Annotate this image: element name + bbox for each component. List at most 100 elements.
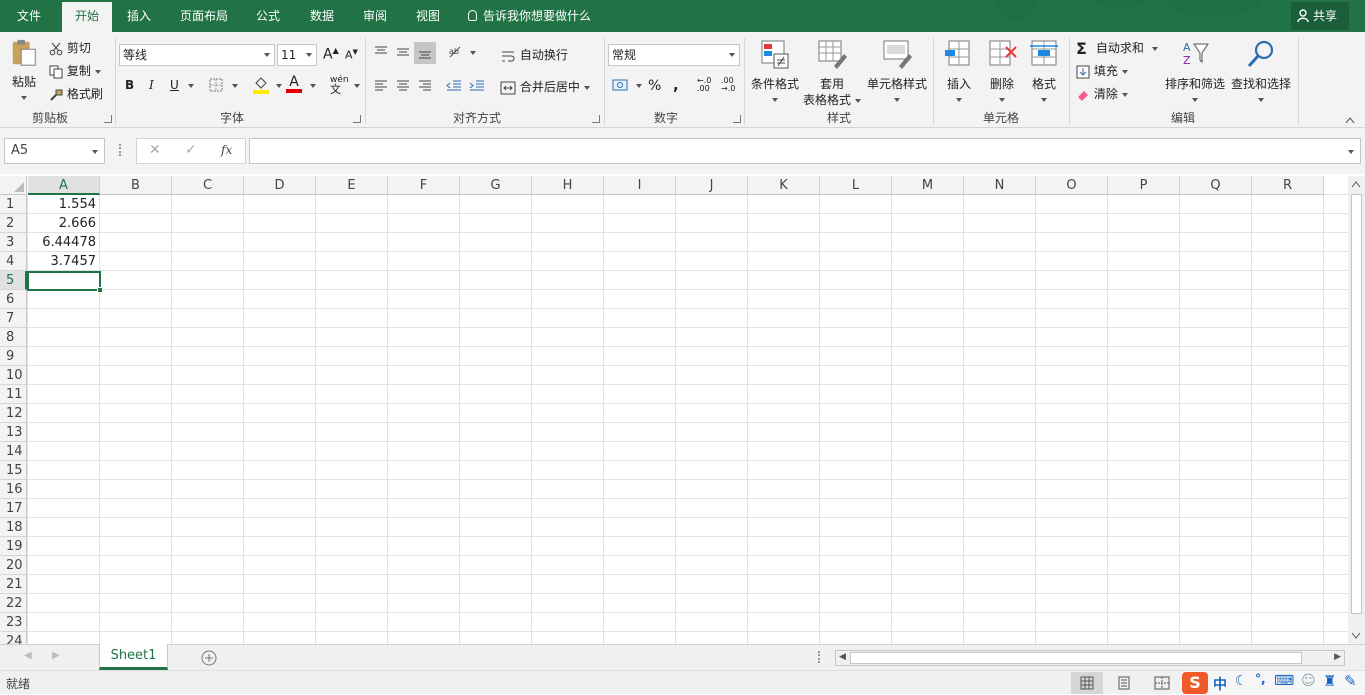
dialog-launcher-icon[interactable]	[592, 115, 600, 123]
align-bottom-button[interactable]	[414, 42, 436, 64]
tab-data[interactable]: 数据	[297, 0, 347, 32]
page-layout-view-icon[interactable]	[1117, 676, 1131, 690]
accounting-format-icon[interactable]	[612, 77, 630, 93]
moon-icon[interactable]: ☾	[1235, 673, 1248, 689]
column-header-r[interactable]: R	[1252, 176, 1324, 195]
tab-formulas[interactable]: 公式	[244, 0, 292, 32]
bold-button[interactable]: B	[125, 78, 134, 92]
row-header-24[interactable]: 24	[0, 632, 27, 644]
tab-view[interactable]: 视图	[403, 0, 453, 32]
grow-font-button[interactable]: A▲	[323, 46, 339, 63]
row-header-4[interactable]: 4	[0, 252, 27, 271]
number-format-select[interactable]: 常规	[608, 44, 740, 66]
chevron-down-icon[interactable]	[232, 84, 238, 88]
sogou-logo-icon[interactable]: S	[1182, 672, 1208, 694]
cell-a4[interactable]: 3.7457	[28, 252, 99, 271]
column-header-h[interactable]: H	[532, 176, 604, 195]
column-header-m[interactable]: M	[892, 176, 964, 195]
enter-icon[interactable]: ✓	[185, 142, 197, 158]
phonetic-button[interactable]: wén 文	[330, 76, 349, 96]
next-sheet-icon[interactable]: ▶	[52, 650, 60, 661]
column-header-g[interactable]: G	[460, 176, 532, 195]
horizontal-scroll-thumb[interactable]	[850, 652, 1302, 664]
row-header-3[interactable]: 3	[0, 233, 27, 252]
chevron-down-icon[interactable]	[310, 84, 316, 88]
align-left-icon[interactable]	[373, 79, 389, 93]
chevron-down-icon[interactable]	[188, 84, 194, 88]
paste-button[interactable]: 粘贴	[6, 38, 42, 100]
insert-function-button[interactable]: fx	[221, 143, 232, 157]
ime-toolbar[interactable]: S 中 ☾ °, ⌨ ☺ ♜ ✎	[1180, 671, 1365, 695]
chevron-down-icon[interactable]	[470, 51, 476, 55]
column-header-e[interactable]: E	[316, 176, 388, 195]
tell-me-search[interactable]: 告诉我你想要做什么	[468, 0, 591, 32]
keyboard-icon[interactable]: ⌨	[1274, 673, 1294, 689]
name-box[interactable]: A5	[4, 138, 105, 164]
row-header-7[interactable]: 7	[0, 309, 27, 328]
align-center-icon[interactable]	[395, 79, 411, 93]
active-cell-selection[interactable]	[27, 271, 103, 293]
column-header-p[interactable]: P	[1108, 176, 1180, 195]
row-header-10[interactable]: 10	[0, 366, 27, 385]
row-header-17[interactable]: 17	[0, 499, 27, 518]
scroll-down-icon[interactable]	[1351, 632, 1361, 640]
row-header-8[interactable]: 8	[0, 328, 27, 347]
chevron-down-icon[interactable]	[276, 84, 282, 88]
sort-filter-button[interactable]: AZ 排序和筛选	[1163, 38, 1227, 104]
row-header-11[interactable]: 11	[0, 385, 27, 404]
autosum-button[interactable]: Σ 自动求和	[1076, 39, 1158, 58]
row-header-16[interactable]: 16	[0, 480, 27, 499]
dialog-launcher-icon[interactable]	[733, 115, 741, 123]
column-header-l[interactable]: L	[820, 176, 892, 195]
underline-button[interactable]: U	[170, 78, 179, 92]
fill-button[interactable]: 填充	[1076, 62, 1128, 79]
normal-view-button[interactable]	[1071, 672, 1103, 694]
add-sheet-icon[interactable]	[201, 650, 217, 666]
dialog-launcher-icon[interactable]	[353, 115, 361, 123]
conditional-formatting-button[interactable]: 条件格式	[748, 38, 802, 104]
column-header-d[interactable]: D	[244, 176, 316, 195]
splitter-grip-icon[interactable]	[818, 651, 820, 663]
expand-formula-bar-icon[interactable]	[1348, 150, 1354, 154]
align-right-icon[interactable]	[417, 79, 433, 93]
tab-insert[interactable]: 插入	[114, 0, 164, 32]
scroll-right-icon[interactable]: ▶	[1334, 652, 1341, 662]
tab-page-layout[interactable]: 页面布局	[168, 0, 240, 32]
chevron-down-icon[interactable]	[354, 84, 360, 88]
row-header-5[interactable]: 5	[0, 271, 27, 290]
punctuation-icon[interactable]: °,	[1255, 672, 1266, 686]
tab-file[interactable]: 文件	[0, 0, 58, 32]
format-as-table-button[interactable]: 套用 表格格式	[802, 38, 862, 107]
row-header-23[interactable]: 23	[0, 613, 27, 632]
scroll-left-icon[interactable]: ◀	[839, 652, 846, 662]
column-header-j[interactable]: J	[676, 176, 748, 195]
row-header-2[interactable]: 2	[0, 214, 27, 233]
orientation-icon[interactable]: ab	[447, 44, 465, 60]
wrap-text-button[interactable]: 自动换行	[500, 46, 568, 63]
copy-button[interactable]: 复制	[49, 62, 101, 79]
cut-button[interactable]: 剪切	[49, 39, 91, 56]
row-header-15[interactable]: 15	[0, 461, 27, 480]
user-icon[interactable]: ☺	[1301, 673, 1316, 689]
increase-indent-icon[interactable]	[469, 79, 485, 93]
merge-center-button[interactable]: 合并后居中	[500, 78, 590, 95]
vertical-scroll-thumb[interactable]	[1351, 194, 1362, 614]
shrink-font-button[interactable]: A▼	[345, 48, 358, 62]
format-cells-button[interactable]: 格式	[1024, 38, 1064, 104]
vertical-scrollbar[interactable]	[1348, 176, 1365, 644]
fill-color-icon[interactable]	[253, 76, 269, 94]
row-header-22[interactable]: 22	[0, 594, 27, 613]
collapse-ribbon-icon[interactable]	[1345, 116, 1355, 124]
column-header-a[interactable]: A	[28, 176, 100, 195]
horizontal-scrollbar[interactable]: ◀ ▶	[835, 650, 1345, 666]
column-header-f[interactable]: F	[388, 176, 460, 195]
cancel-icon[interactable]: ✕	[149, 142, 161, 158]
decrease-indent-icon[interactable]	[446, 79, 462, 93]
row-header-6[interactable]: 6	[0, 290, 27, 309]
row-header-14[interactable]: 14	[0, 442, 27, 461]
sheet-tab-sheet1[interactable]: Sheet1	[99, 644, 168, 670]
borders-icon[interactable]	[209, 78, 223, 92]
clear-button[interactable]: 清除	[1076, 85, 1128, 102]
row-header-13[interactable]: 13	[0, 423, 27, 442]
align-top-icon[interactable]	[373, 45, 389, 59]
